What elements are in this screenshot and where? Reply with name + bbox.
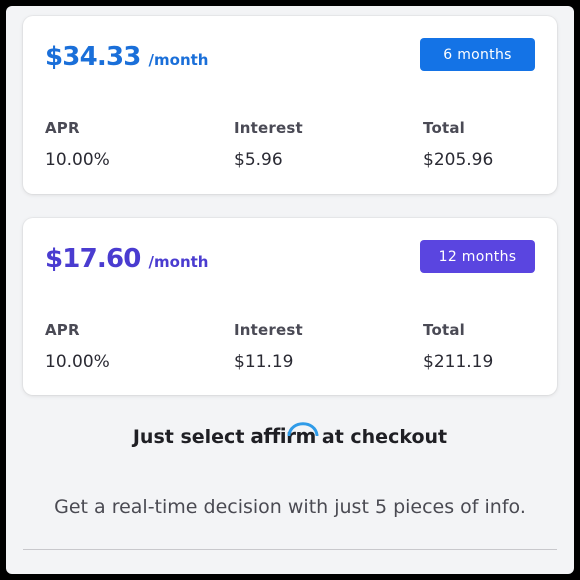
affirm-arc-icon bbox=[287, 422, 319, 436]
total-value: $205.96 bbox=[423, 150, 494, 170]
monthly-amount: $34.33 bbox=[45, 42, 141, 72]
total-label: Total bbox=[423, 321, 465, 339]
term-badge[interactable]: 12 months bbox=[420, 240, 535, 273]
monthly-amount: $17.60 bbox=[45, 244, 141, 274]
monthly-payment: $17.60 /month bbox=[45, 244, 208, 274]
total-column: Total $205.96 bbox=[423, 119, 493, 170]
apr-value: 10.00% bbox=[45, 352, 110, 372]
apr-column: APR 10.00% bbox=[45, 321, 110, 372]
interest-column: Interest $11.19 bbox=[234, 321, 303, 372]
monthly-payment: $34.33 /month bbox=[45, 42, 208, 72]
affirm-logo: affirm bbox=[250, 422, 319, 448]
apr-label: APR bbox=[45, 119, 80, 137]
interest-label: Interest bbox=[234, 119, 303, 137]
total-value: $211.19 bbox=[423, 352, 494, 372]
interest-value: $11.19 bbox=[234, 352, 294, 372]
select-prefix: Just select bbox=[132, 426, 245, 448]
interest-column: Interest $5.96 bbox=[234, 119, 303, 170]
apr-value: 10.00% bbox=[45, 150, 110, 170]
plan-card-6-months[interactable]: $34.33 /month 6 months APR 10.00% Intere… bbox=[23, 16, 557, 194]
select-at-checkout-line: Just select affirm at checkout bbox=[6, 422, 574, 448]
apr-label: APR bbox=[45, 321, 80, 339]
term-badge[interactable]: 6 months bbox=[420, 38, 535, 71]
total-column: Total $211.19 bbox=[423, 321, 493, 372]
apr-column: APR 10.00% bbox=[45, 119, 110, 170]
per-month-label: /month bbox=[148, 51, 209, 69]
device-frame: $34.33 /month 6 months APR 10.00% Intere… bbox=[0, 0, 580, 580]
total-label: Total bbox=[423, 119, 465, 137]
interest-label: Interest bbox=[234, 321, 303, 339]
interest-value: $5.96 bbox=[234, 150, 283, 170]
per-month-label: /month bbox=[148, 253, 209, 271]
decision-info-text: Get a real-time decision with just 5 pie… bbox=[54, 496, 526, 518]
divider bbox=[23, 549, 557, 550]
plan-card-12-months[interactable]: $17.60 /month 12 months APR 10.00% Inter… bbox=[23, 218, 557, 395]
select-suffix: at checkout bbox=[321, 426, 448, 448]
affirm-payment-options-screen: $34.33 /month 6 months APR 10.00% Intere… bbox=[6, 6, 574, 574]
